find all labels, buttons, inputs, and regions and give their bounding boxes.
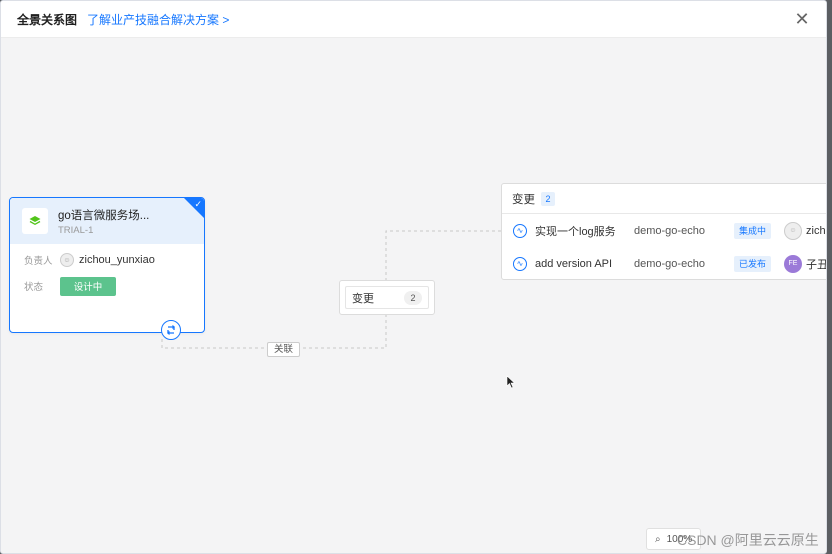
- panel-title: 变更: [512, 193, 535, 206]
- panel-header: 变更 2: [502, 184, 826, 214]
- change-icon: ∿: [513, 256, 527, 271]
- zoom-icon: ⌕: [655, 533, 661, 545]
- owner-name: 子丑: [806, 258, 827, 271]
- relation-graph-modal: 全景关系图 了解业产技融合解决方案 > ✕ go语言微服务场... TRIAL-…: [0, 0, 827, 554]
- modal-header: 全景关系图 了解业产技融合解决方案 > ✕: [1, 1, 826, 38]
- avatar: ☺: [784, 221, 802, 240]
- solution-link[interactable]: 了解业产技融合解决方案 >: [87, 11, 229, 28]
- card-title[interactable]: go语言微服务场...: [58, 207, 149, 223]
- card-header: go语言微服务场... TRIAL-1 ✓: [10, 198, 204, 244]
- connector-main-to-change: [161, 230, 501, 349]
- layers-icon: [22, 208, 48, 234]
- change-name[interactable]: 实现一个log服务: [535, 223, 616, 239]
- avatar: FE: [784, 254, 802, 273]
- close-button[interactable]: ✕: [792, 9, 812, 29]
- changes-panel: 变更 2 ∿ 实现一个log服务 demo-go-echo 集成中 ☺ zich…: [501, 183, 827, 280]
- owner-row: 负责人 ☺ zichou_yunxiao: [10, 247, 204, 273]
- status-badge[interactable]: 设计中: [60, 276, 116, 296]
- status-badge: 已发布: [734, 255, 772, 272]
- watermark: CSDN @阿里云云原生: [677, 532, 819, 548]
- relation-label: 关联: [267, 342, 301, 357]
- change-icon: ∿: [513, 223, 527, 238]
- status-badge: 集成中: [734, 222, 772, 239]
- status-row: 状态 设计中: [10, 273, 204, 299]
- avatar: ☺: [60, 253, 74, 267]
- table-row[interactable]: ∿ add version API demo-go-echo 已发布 FE 子丑: [502, 247, 827, 280]
- work-item-card[interactable]: go语言微服务场... TRIAL-1 ✓ 负责人 ☺ zichou_yunxi…: [9, 197, 205, 340]
- change-count-badge: 2: [404, 290, 422, 305]
- owner-name: zich: [806, 224, 826, 237]
- owner-name: zichou_yunxiao: [79, 254, 155, 266]
- modal-title: 全景关系图: [17, 12, 78, 27]
- table-row[interactable]: ∿ 实现一个log服务 demo-go-echo 集成中 ☺ zich: [502, 214, 826, 247]
- link-handle-icon[interactable]: [161, 320, 181, 340]
- card-id: TRIAL-1: [58, 224, 94, 236]
- check-icon: ✓: [194, 199, 202, 209]
- panel-count-badge: 2: [541, 191, 555, 206]
- mouse-cursor-icon: [506, 375, 516, 389]
- change-name[interactable]: add version API: [535, 258, 612, 270]
- app-name: demo-go-echo: [634, 257, 705, 270]
- change-node-label: 变更: [352, 292, 374, 305]
- change-node[interactable]: 变更 2: [339, 280, 435, 315]
- owner-label: 负责人: [24, 256, 53, 267]
- app-name: demo-go-echo: [634, 224, 705, 237]
- status-label: 状态: [24, 282, 44, 293]
